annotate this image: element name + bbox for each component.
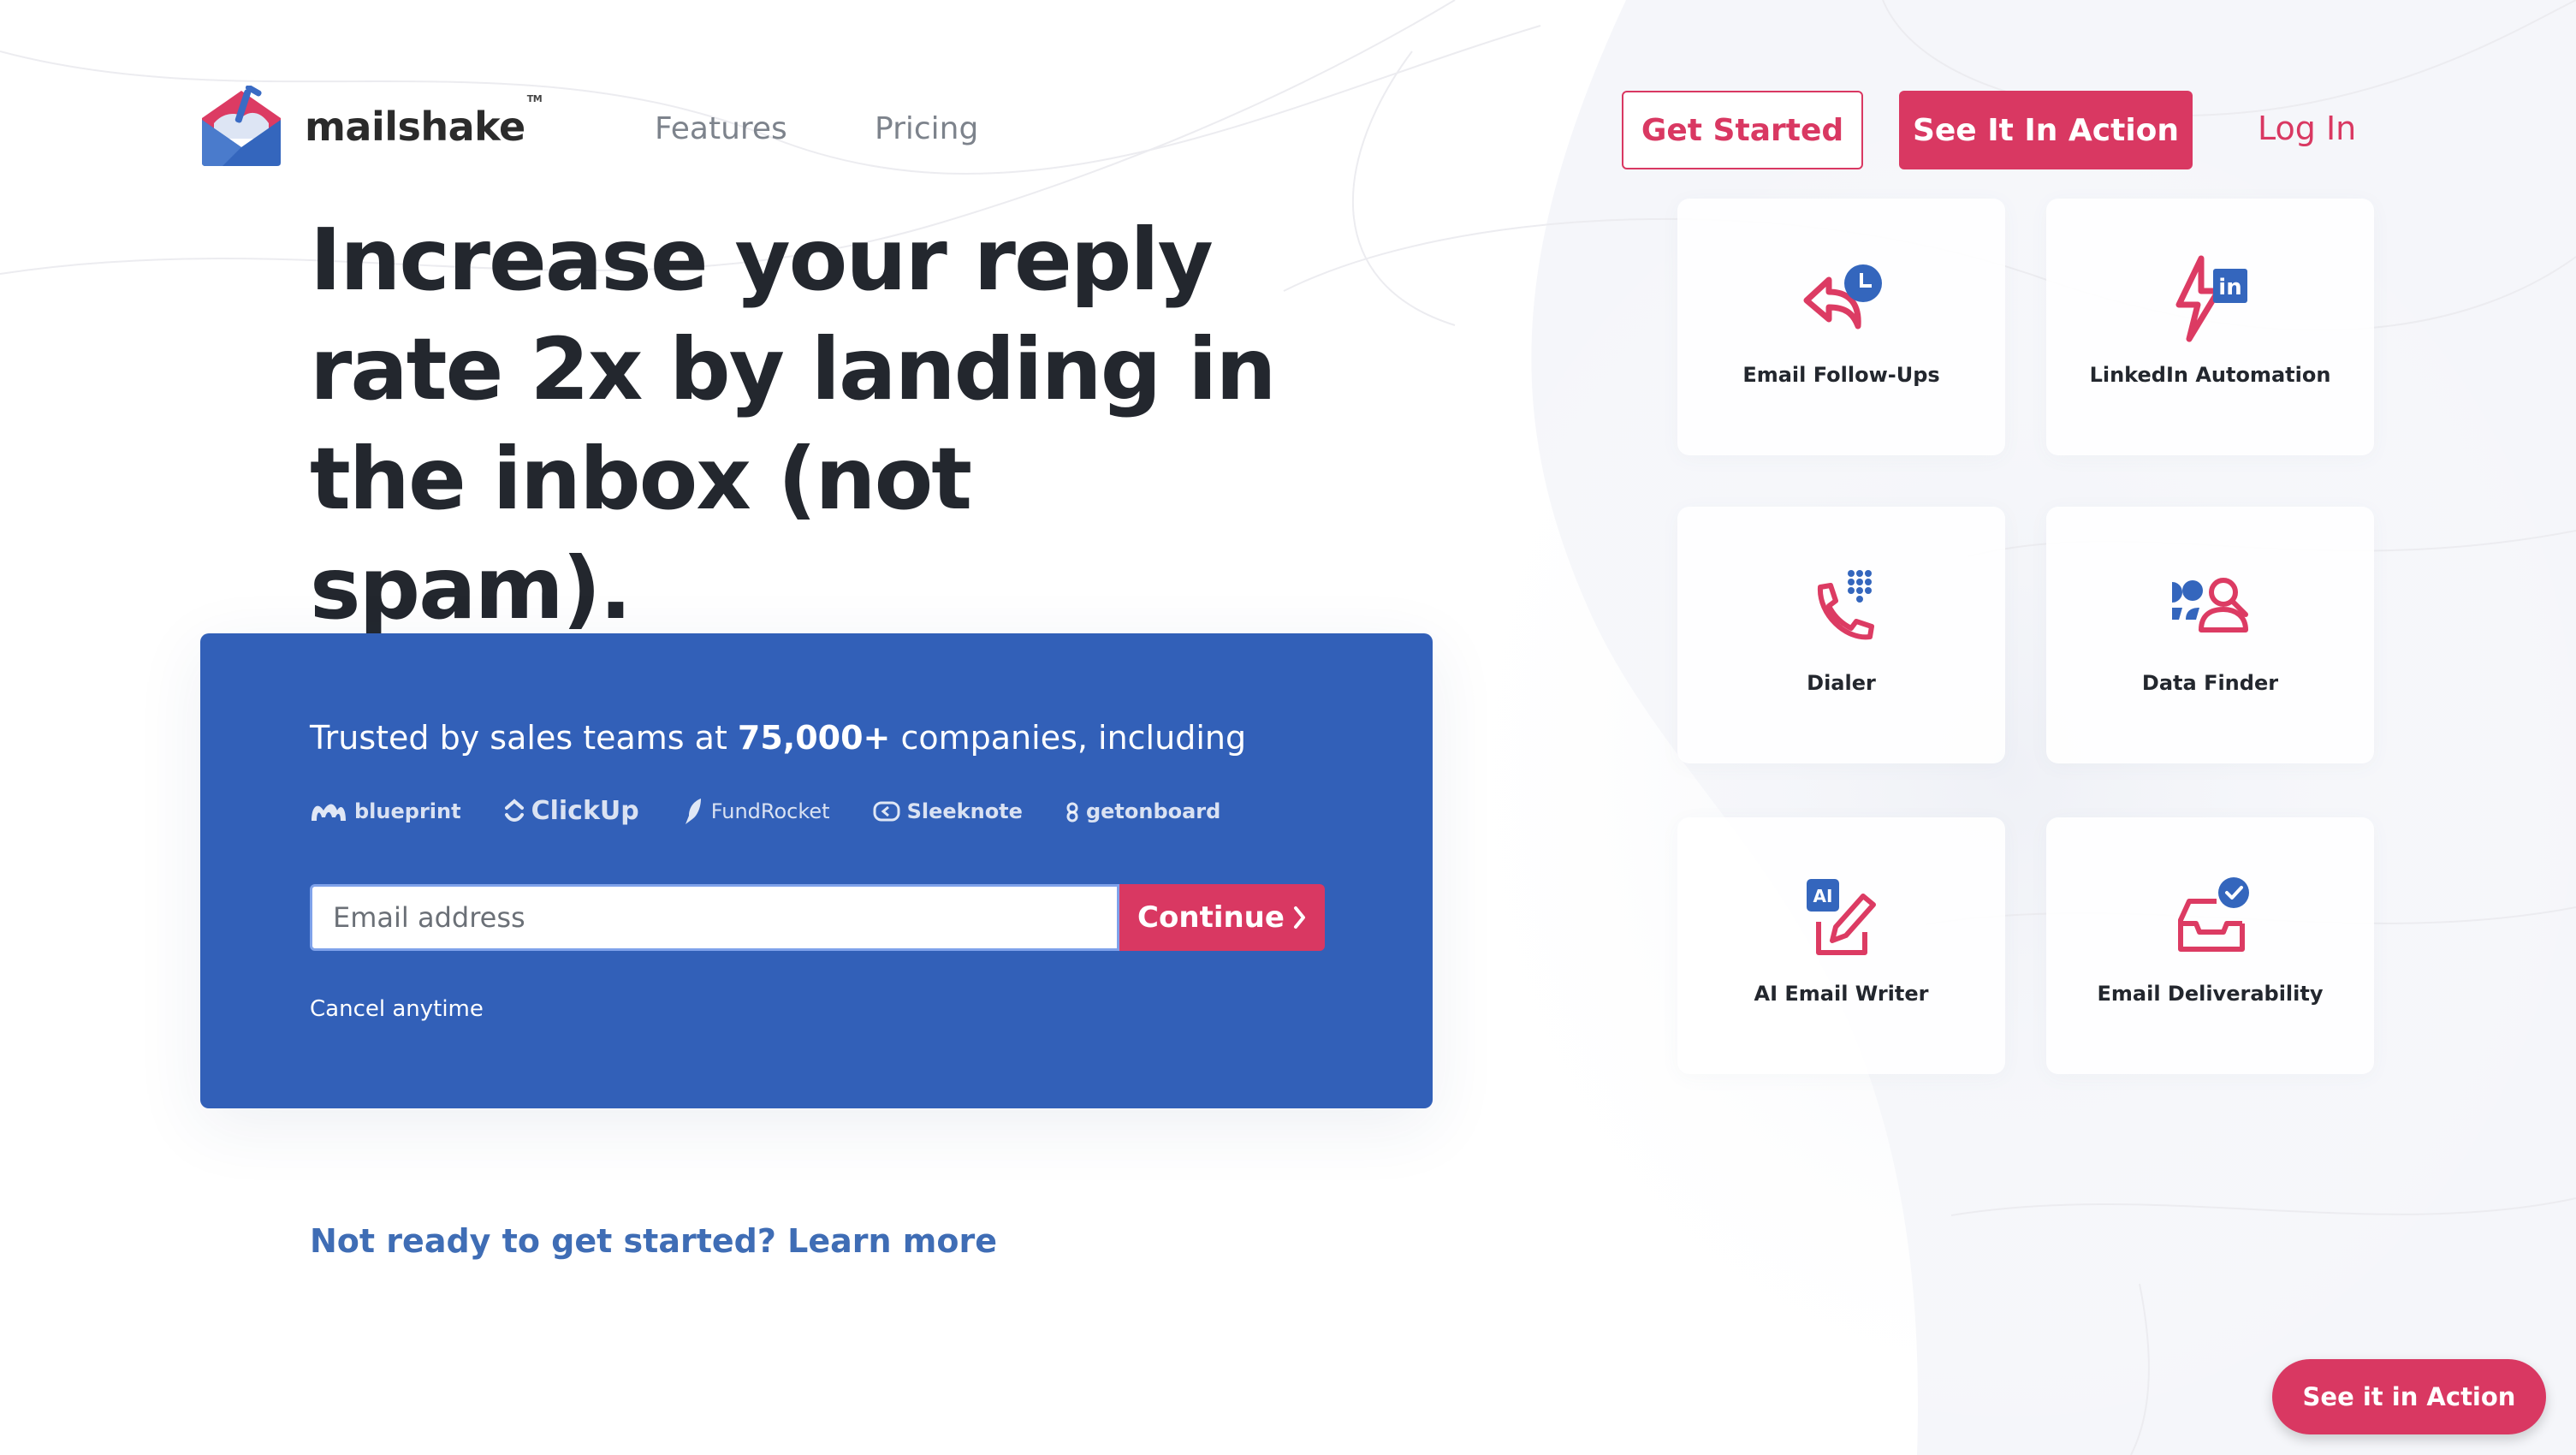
feature-label: Data Finder [2141, 671, 2279, 695]
email-field-wrapper [310, 884, 1119, 951]
blueprint-logo-icon [312, 804, 346, 821]
floating-see-it-in-action-button[interactable]: See it in Action [2272, 1359, 2546, 1434]
company-logo-getonboard: getonboard [1065, 799, 1220, 823]
feature-label: Dialer [1807, 671, 1876, 695]
company-logos: blueprint ClickUp FundRocket Sleeknote g… [310, 796, 1220, 826]
company-count: 75,000+ [737, 719, 891, 757]
nav-pricing-link[interactable]: Pricing [875, 111, 978, 146]
inbox-check-icon [2163, 872, 2258, 966]
svg-text:AI: AI [1813, 886, 1832, 906]
feature-card-data-finder[interactable]: Data Finder [2046, 507, 2374, 763]
mailshake-envelope-icon [202, 86, 281, 166]
hero-headline: Increase your reply rate 2x by landing i… [310, 205, 1294, 644]
headline-line: Increase your reply [310, 210, 1214, 310]
email-input[interactable] [312, 887, 1117, 948]
get-started-button[interactable]: Get Started [1622, 91, 1863, 169]
trusted-by-text: Trusted by sales teams at 75,000+ compan… [310, 719, 1247, 757]
learn-more-link[interactable]: Not ready to get started? Learn more [310, 1222, 997, 1260]
continue-button[interactable]: Continue [1119, 884, 1325, 951]
feature-card-dialer[interactable]: Dialer [1677, 507, 2005, 763]
company-logo-clickup: ClickUp [504, 796, 639, 826]
company-logo-sleeknote: Sleeknote [873, 799, 1023, 823]
feature-card-ai-email-writer[interactable]: AI AI Email Writer [1677, 817, 2005, 1074]
feature-label: LinkedIn Automation [2089, 363, 2331, 387]
phone-keypad-icon [1795, 561, 1889, 656]
chevron-right-icon [1293, 906, 1305, 929]
headline-line: the inbox (not spam). [310, 429, 972, 638]
getonboard-logo-icon [1066, 802, 1078, 822]
see-it-in-action-button[interactable]: See It In Action [1899, 91, 2193, 169]
feature-card-email-follow-ups[interactable]: Email Follow-Ups [1677, 199, 2005, 455]
feature-label: AI Email Writer [1754, 982, 1929, 1006]
company-logo-fundrocket: FundRocket [682, 797, 830, 826]
lightning-linkedin-icon: in [2163, 253, 2258, 347]
nav-features-link[interactable]: Features [655, 111, 787, 146]
login-link[interactable]: Log In [2258, 110, 2356, 147]
reply-clock-icon [1795, 253, 1889, 347]
feature-card-email-deliverability[interactable]: Email Deliverability [2046, 817, 2374, 1074]
headline-line: rate 2x by landing in [310, 319, 1277, 419]
feature-label: Email Follow-Ups [1742, 363, 1940, 387]
signup-panel: Trusted by sales teams at 75,000+ compan… [200, 633, 1433, 1108]
clickup-logo-icon [504, 798, 524, 822]
company-logo-blueprint: blueprint [310, 799, 461, 823]
sleeknote-logo-icon [873, 801, 900, 821]
feature-card-linkedin-automation[interactable]: in LinkedIn Automation [2046, 199, 2374, 455]
mailshake-logo[interactable]: mailshakeTM [199, 86, 543, 168]
people-search-icon [2163, 561, 2258, 656]
logo-wordmark: mailshakeTM [305, 93, 543, 150]
ai-pencil-icon: AI [1795, 872, 1889, 966]
svg-text:in: in [2218, 275, 2241, 300]
rocket-icon [685, 798, 701, 824]
cancel-anytime-text: Cancel anytime [310, 996, 484, 1022]
feature-label: Email Deliverability [2097, 982, 2324, 1006]
